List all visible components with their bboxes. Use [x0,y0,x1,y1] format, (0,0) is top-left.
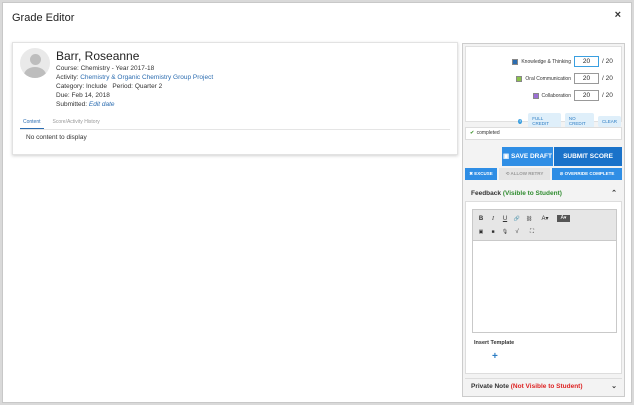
save-draft-label: SAVE DRAFT [510,153,553,160]
override-complete-button[interactable]: ⊘ OVERRIDE COMPLETE [552,168,622,180]
course-label: Course: [56,65,79,72]
add-template-icon[interactable]: + [492,351,498,362]
activity-link[interactable]: Chemistry & Organic Chemistry Group Proj… [80,74,213,81]
content-tabs: Content Score/Activity History [20,118,103,129]
save-draft-button[interactable]: ▣ SAVE DRAFT [502,147,553,166]
video-icon[interactable]: ■ [488,227,498,237]
category-value: Include [86,83,107,90]
check-icon: ✔ [470,130,475,136]
save-icon: ▣ [502,153,510,160]
criterion-score-input[interactable]: 20 [574,90,599,101]
edit-date-link[interactable]: Edit date [89,101,115,108]
bg-color-button[interactable]: A▾ [557,215,570,222]
modal-title: Grade Editor [12,12,75,24]
criterion-collaboration: Collaboration 20 / 20 [532,90,617,101]
criterion-oral-communication: Oral Communication 20 / 20 [516,73,617,84]
category-line: Category: Include Period: Quarter 2 [56,83,162,90]
submission-panel: Barr, Roseanne Course: Chemistry - Year … [12,42,458,155]
bold-button[interactable]: B [476,214,486,224]
empty-content-message: No content to display [26,134,87,141]
due-label: Due: [56,92,70,99]
fullscreen-icon[interactable]: ⛶ [527,227,537,237]
criterion-max: / 20 [602,92,613,99]
tab-score-activity-history[interactable]: Score/Activity History [50,118,103,129]
feedback-visibility: (Visible to Student) [502,190,562,197]
status-text: completed [476,130,500,136]
period-label: Period: [112,83,133,90]
feedback-editor[interactable]: B I U 🔗 ⛓ A▾ A▾ ▣ ■ 🎙 √ ⛶ [472,209,617,333]
italic-button[interactable]: I [488,214,498,224]
avatar-body [24,67,46,78]
category-label: Category: [56,83,85,90]
criterion-score-input[interactable]: 20 [574,73,599,84]
grade-editor-modal: Grade Editor × Barr, Roseanne Course: Ch… [2,2,632,403]
info-icon[interactable]: i [518,118,523,124]
criterion-max: / 20 [602,75,613,82]
private-note-title: Private Note [471,383,509,390]
criterion-color-swatch [532,92,539,99]
clear-button[interactable]: CLEAR [597,115,621,127]
microphone-icon[interactable]: 🎙 [500,227,510,237]
excuse-button[interactable]: ✖ EXCUSE [465,168,497,180]
text-color-button[interactable]: A▾ [539,214,551,224]
activity-line: Activity: Chemistry & Organic Chemistry … [56,74,213,81]
criterion-color-swatch [516,75,523,82]
chevron-up-icon[interactable]: ⌃ [611,186,617,201]
unlink-icon[interactable]: ⛓ [524,214,534,224]
criterion-knowledge-thinking: Knowledge & Thinking 20 / 20 [512,56,617,67]
criterion-max: / 20 [602,58,613,65]
submitted-label: Submitted: [56,101,88,108]
private-note-visibility: (Not Visible to Student) [510,383,583,390]
criterion-color-swatch [512,58,519,65]
chevron-down-icon[interactable]: ⌄ [611,379,617,394]
tabs-divider [20,129,450,130]
criterion-label: Collaboration [541,92,571,99]
avatar-head [30,54,41,65]
submit-score-button[interactable]: SUBMIT SCORE [554,147,622,166]
tab-content[interactable]: Content [20,118,44,129]
feedback-panel: B I U 🔗 ⛓ A▾ A▾ ▣ ■ 🎙 √ ⛶ Insert Templat… [465,201,622,374]
period-value: Quarter 2 [134,83,163,90]
criterion-score-input[interactable]: 20 [574,56,599,67]
image-icon[interactable]: ▣ [476,227,486,237]
student-name: Barr, Roseanne [56,49,140,63]
private-note-header[interactable]: Private Note (Not Visible to Student) ⌄ [465,378,622,393]
submitted-line: Submitted: Edit date [56,101,115,108]
status-badge: ✔ completed [465,127,622,140]
criterion-label: Knowledge & Thinking [521,58,571,65]
allow-retry-button[interactable]: ⟲ ALLOW RETRY [499,168,550,180]
course-value: Chemistry - Year 2017-18 [80,65,155,72]
editor-toolbar: B I U 🔗 ⛓ A▾ A▾ ▣ ■ 🎙 √ ⛶ [473,210,616,241]
insert-template-label: Insert Template [474,340,515,346]
avatar [20,48,50,78]
math-icon[interactable]: √ [512,227,522,237]
activity-label: Activity: [56,74,79,81]
due-value: Feb 14, 2018 [71,92,110,99]
feedback-header[interactable]: Feedback (Visible to Student) ⌃ [465,186,622,201]
link-icon[interactable]: 🔗 [512,214,522,224]
course-line: Course: Chemistry - Year 2017-18 [56,65,154,72]
close-icon[interactable]: × [615,9,621,21]
due-line: Due: Feb 14, 2018 [56,92,110,99]
feedback-title: Feedback [471,190,501,197]
underline-button[interactable]: U [500,214,510,224]
criterion-label: Oral Communication [525,75,571,82]
scoring-sidebar: Knowledge & Thinking 20 / 20 Oral Commun… [462,43,625,397]
rubric-scores: Knowledge & Thinking 20 / 20 Oral Commun… [465,46,622,129]
